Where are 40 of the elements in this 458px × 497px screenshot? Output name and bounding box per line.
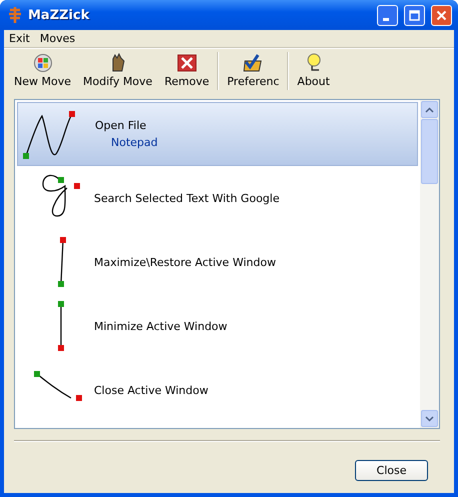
gesture-drawing [41,174,81,218]
toolbar-button[interactable]: About [291,52,336,89]
gesture-drawing [57,236,67,288]
scroll-down-icon[interactable] [425,416,434,422]
lightbulb-icon [306,53,322,73]
move-list-item[interactable]: Minimize Active Window [17,294,418,358]
move-list-item[interactable]: Maximize\Restore Active Window [17,230,418,294]
maximize-icon [409,10,420,20]
gesture-drawing [57,300,65,352]
toolbar-button[interactable]: Preferenc [221,52,286,89]
remove-icon [176,53,197,73]
scroll-thumb[interactable] [421,119,438,184]
toolbar-button[interactable]: Remove [158,52,216,89]
toolbar-button[interactable]: New Move [8,52,77,89]
move-name: Search Selected Text With Google [94,192,280,204]
close-icon [436,10,447,20]
menu-item[interactable]: Moves [34,32,80,45]
move-name: Open File [95,119,148,132]
toolbar-button[interactable]: Modify Move [77,52,158,89]
globe-icon [32,53,52,73]
window-title: MaZZick [28,8,90,22]
close-button[interactable]: Close [355,460,428,481]
menu-item[interactable]: Exit [4,32,35,45]
minimize-button[interactable] [377,4,398,26]
maximize-button[interactable] [404,4,425,26]
scrollbar[interactable] [420,100,439,428]
minimize-icon [383,18,389,20]
move-name: Maximize\Restore Active Window [94,256,276,268]
move-list-item[interactable]: Open File Notepad [17,102,418,166]
gesture-drawing [33,370,83,402]
checkmark-folder-icon [242,53,264,73]
close-window-button[interactable] [431,4,452,26]
move-list-item[interactable]: Search Selected Text With Google [17,166,418,230]
move-name: Minimize Active Window [94,320,228,332]
move-list-item[interactable]: Close Active Window [17,358,418,422]
app-icon [8,7,22,23]
gesture-drawing [22,110,76,160]
move-action: Notepad [111,136,158,149]
scroll-up-icon[interactable] [425,106,434,112]
move-name: Close Active Window [94,384,208,396]
